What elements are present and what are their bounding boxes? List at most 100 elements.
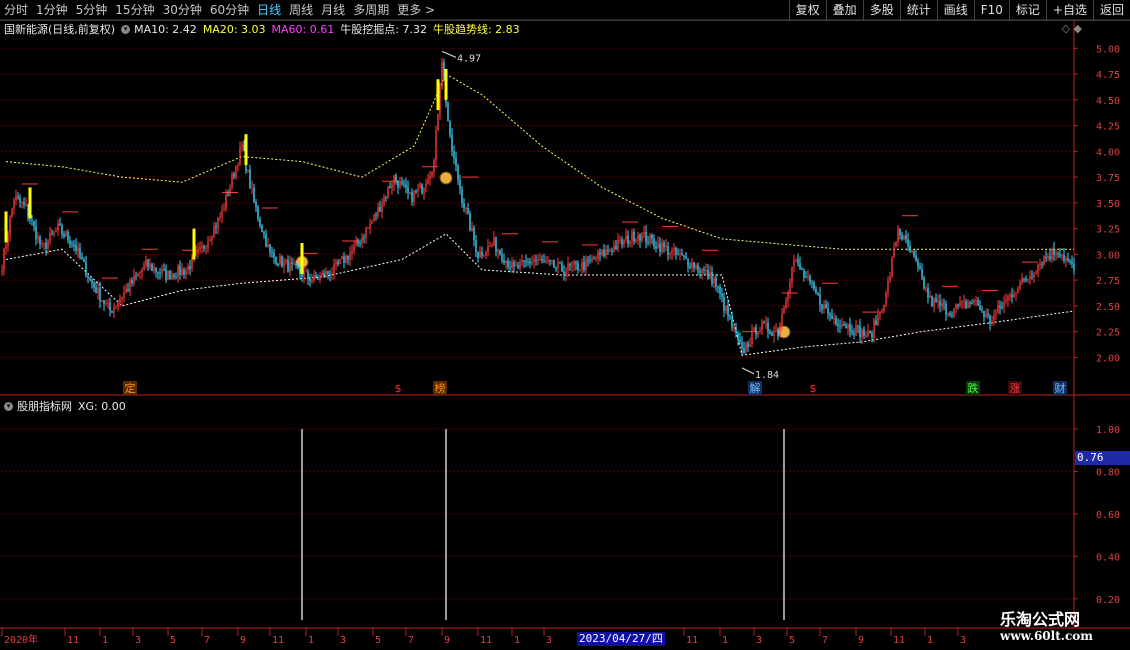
- candle-body: [83, 259, 85, 262]
- candle-body: [467, 208, 469, 214]
- candle-body: [735, 327, 737, 334]
- stock-name[interactable]: 国新能源(日线,前复权): [4, 21, 115, 37]
- collapse-icon[interactable]: ▾: [4, 401, 13, 411]
- candle-body: [249, 169, 251, 188]
- x-tick-label: 5: [170, 635, 176, 646]
- candle-body: [713, 277, 715, 285]
- candle-body: [463, 203, 465, 209]
- candle-body: [737, 333, 739, 340]
- settings-icon[interactable]: ▾: [121, 24, 131, 34]
- candle-body: [759, 329, 761, 332]
- candle-body: [867, 330, 869, 336]
- candle-body: [283, 261, 285, 267]
- y-tick-label: 0.20: [1096, 595, 1120, 606]
- candle-body: [1035, 272, 1037, 275]
- candle-body: [813, 282, 815, 289]
- candle-body: [707, 270, 709, 279]
- x-tick-label: 11: [686, 635, 698, 646]
- candle-body: [775, 330, 777, 332]
- candle-body: [785, 301, 787, 308]
- candle-body: [367, 227, 369, 229]
- candle-body: [311, 280, 313, 282]
- candle-body: [1055, 252, 1057, 255]
- candle-body: [611, 250, 613, 252]
- ma20-label: MA20: 3.03: [202, 22, 266, 36]
- candle-body: [975, 300, 977, 302]
- candle-body: [317, 278, 319, 280]
- candle-body: [843, 324, 845, 326]
- candle-body: [671, 249, 673, 254]
- candle-body: [817, 293, 819, 295]
- x-tick-label: 2020年: [4, 633, 38, 646]
- candle-body: [19, 197, 21, 203]
- candle-body: [119, 299, 121, 303]
- candle-body: [731, 317, 733, 328]
- candle-body: [603, 249, 605, 256]
- candle-body: [479, 251, 481, 258]
- y-tick-label: 0.80: [1096, 467, 1120, 478]
- candle-body: [577, 263, 579, 271]
- candle-body: [1071, 261, 1073, 264]
- kline-chart[interactable]: 4.97 1.84 2.00 2.25 2.50 2.75 3.00 3.25 3.50 3.7…: [0, 0, 1130, 650]
- candle-body: [237, 165, 239, 167]
- candle-body: [791, 266, 793, 283]
- candle-body: [1069, 261, 1071, 263]
- candle-body: [881, 311, 883, 313]
- candle-body: [699, 270, 701, 273]
- candle-body: [201, 245, 203, 247]
- candle-body: [117, 302, 119, 306]
- candle-body: [787, 292, 789, 302]
- candle-body: [861, 329, 863, 338]
- signal-bar: [28, 187, 32, 219]
- event-marker: $: [395, 382, 402, 395]
- candle-body: [999, 305, 1001, 308]
- chart-corner-icons[interactable]: ◇ ◆: [1062, 22, 1082, 35]
- candle-body: [105, 302, 107, 304]
- candle-body: [419, 184, 421, 189]
- candle-body: [939, 300, 941, 307]
- candle-body: [749, 343, 751, 347]
- candle-body: [217, 217, 219, 228]
- candle-body: [131, 280, 133, 284]
- candle-body: [93, 283, 95, 288]
- candle-body: [135, 275, 137, 277]
- candle-body: [635, 239, 637, 243]
- candle-body: [871, 333, 873, 338]
- candle-body: [1, 270, 3, 272]
- candle-body: [827, 308, 829, 314]
- indicator-name[interactable]: 股朋指标网: [17, 398, 72, 414]
- candle-body: [557, 262, 559, 268]
- candle-body: [833, 318, 835, 320]
- candle-body: [421, 184, 423, 194]
- candle-body: [493, 237, 495, 246]
- candle-body: [741, 342, 743, 348]
- candle-body: [929, 296, 931, 298]
- candle-body: [783, 307, 785, 314]
- candle-body: [347, 255, 349, 260]
- candle-body: [899, 229, 901, 235]
- candle-body: [403, 183, 405, 185]
- candle-body: [439, 88, 441, 114]
- candle-body: [181, 269, 183, 275]
- candle-body: [955, 304, 957, 309]
- candle-body: [379, 206, 381, 212]
- high-pointer: [441, 50, 457, 58]
- candle-body: [769, 331, 771, 334]
- candle-body: [261, 225, 263, 233]
- candle-body: [273, 253, 275, 257]
- candle-body: [655, 246, 657, 249]
- candle-body: [415, 191, 417, 193]
- candle-body: [983, 311, 985, 317]
- candle-body: [601, 249, 603, 255]
- candle-body: [869, 330, 871, 334]
- candle-body: [41, 243, 43, 245]
- candle-body: [773, 330, 775, 336]
- candle-body: [235, 165, 237, 177]
- candle-body: [197, 249, 199, 253]
- candle-body: [985, 313, 987, 317]
- ma10-label: MA10: 2.42: [134, 22, 197, 36]
- candle-body: [997, 305, 999, 313]
- candle-body: [219, 216, 221, 218]
- x-tick-label: 11: [67, 635, 79, 646]
- candle-body: [1001, 307, 1003, 309]
